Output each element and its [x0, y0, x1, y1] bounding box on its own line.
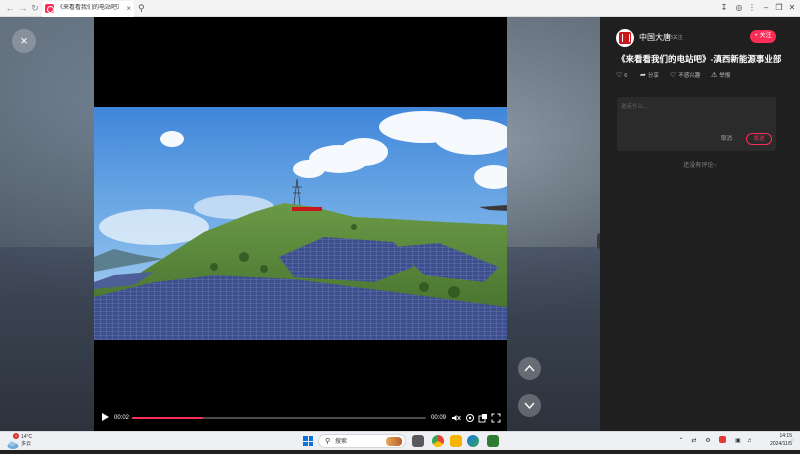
windows-logo-icon — [308, 436, 313, 441]
minimize-icon[interactable]: – — [760, 2, 772, 14]
video-controls: 00:02 00:09 — [94, 405, 507, 431]
app-tray-icon[interactable] — [717, 436, 727, 447]
chevron-up-icon[interactable]: ⌃ — [676, 436, 686, 446]
tab-close-icon[interactable]: × — [126, 3, 131, 14]
play-icon[interactable] — [102, 413, 109, 421]
refresh-icon[interactable]: ↻ — [29, 2, 41, 14]
terminal-icon[interactable] — [487, 435, 499, 447]
dislike-label: 不感兴趣 — [678, 73, 701, 79]
heart-icon: ♡ — [616, 72, 623, 79]
chrome-icon[interactable] — [432, 435, 444, 447]
close-player-button[interactable]: × — [12, 29, 36, 53]
input-method-icon[interactable]: ⇄ — [689, 436, 699, 446]
like-count: 6 — [624, 73, 628, 79]
edge-icon[interactable] — [467, 435, 479, 447]
windows-logo-icon — [308, 441, 313, 446]
search-tab-icon[interactable]: ⚲ — [138, 2, 145, 14]
search-icon: ⚲ — [325, 438, 331, 445]
video-player[interactable] — [94, 17, 507, 431]
settings-icon[interactable] — [465, 413, 475, 423]
like-action[interactable]: ♡ 6 — [616, 71, 627, 81]
author-stats: 3关注 — [670, 35, 683, 41]
cloud-icon — [7, 441, 19, 449]
windows-logo-icon — [303, 436, 308, 441]
progress-fill — [132, 417, 203, 419]
weather-description: 多云 — [21, 441, 32, 447]
previous-video-button[interactable] — [518, 357, 541, 380]
dislike-action[interactable]: ♡ 不感兴趣 — [670, 71, 700, 81]
report-action[interactable]: ⚠ 举报 — [711, 71, 730, 81]
progress-bar[interactable] — [132, 417, 426, 419]
author-avatar[interactable] — [616, 29, 634, 47]
forward-icon[interactable]: → — [17, 2, 29, 14]
clock-date[interactable]: 2024/11/5 — [754, 441, 792, 448]
search-label: 搜索 — [335, 439, 348, 445]
report-label: 举报 — [719, 73, 731, 79]
windows-logo-icon — [303, 441, 308, 446]
mute-icon[interactable] — [451, 413, 461, 423]
media-app-icon[interactable] — [412, 435, 424, 447]
send-button[interactable]: 发送 — [746, 133, 772, 145]
share-icon: ➦ — [640, 72, 646, 79]
notification-badge: 1 — [13, 433, 19, 439]
network-icon[interactable]: ⚙ — [703, 436, 713, 446]
video-title: 《来看看我们的电站吧》-滇西新能源事业部 — [617, 54, 782, 64]
fullscreen-icon[interactable] — [491, 413, 501, 423]
comment-input[interactable] — [621, 101, 771, 113]
empty-comments-text: 还没有评论~ — [683, 163, 717, 169]
video-info-panel: 中国大唐 3关注 + 关注 《来看看我们的电站吧》-滇西新能源事业部 ♡ 6 ➦ 分… — [600, 17, 800, 431]
chevron-up-icon — [524, 364, 535, 372]
weather-temperature: 14°C — [21, 434, 33, 440]
chevron-down-icon — [524, 402, 535, 410]
share-label: 分享 — [647, 73, 659, 79]
more-icon[interactable]: ⋮ — [746, 2, 758, 14]
douyin-favicon-icon — [45, 4, 54, 13]
datang-logo-icon — [619, 32, 631, 44]
start-button[interactable] — [303, 436, 313, 446]
total-time: 00:09 — [431, 415, 447, 421]
author-name[interactable]: 中国大唐 — [639, 33, 671, 43]
current-time: 00:02 — [114, 415, 130, 421]
video-frame — [94, 107, 507, 340]
notification-bell-icon[interactable]: ◌ — [788, 436, 798, 446]
taskbar-search[interactable]: ⚲ 搜索 — [318, 434, 406, 448]
next-video-button[interactable] — [518, 394, 541, 417]
browser-titlebar: ← → ↻ 《来看看我们的电站吧》-滇西... × ⚲ ↧ ◎ ⋮ – ❐ ✕ — [0, 0, 800, 17]
tab-title: 《来看看我们的电站吧》-滇西... — [57, 5, 119, 11]
window-close-icon[interactable]: ✕ — [786, 2, 798, 14]
browser-tab[interactable]: 《来看看我们的电站吧》-滇西... × — [42, 1, 134, 17]
solar-farm-scene — [94, 107, 507, 340]
picture-in-picture-icon[interactable] — [478, 413, 488, 423]
windows-taskbar: 1 14°C 多云 ⚲ 搜索 ⌃ ⇄ ⚙ ▣ ♬ 14:15 2024/11/5… — [0, 431, 800, 450]
folder-icon[interactable] — [450, 435, 462, 447]
restore-icon[interactable]: ❐ — [773, 2, 785, 14]
warning-icon: ⚠ — [711, 72, 718, 79]
download-icon[interactable]: ↧ — [718, 2, 730, 14]
back-icon[interactable]: ← — [4, 2, 16, 14]
follow-button[interactable]: + 关注 — [750, 30, 776, 43]
video-stage: × 00:02 00:09 — [0, 17, 600, 431]
comment-box: 取消 发送 — [617, 97, 776, 151]
dislike-icon: ♡ — [670, 72, 677, 79]
search-highlight-image — [386, 437, 402, 446]
globe-icon[interactable]: ◎ — [733, 2, 745, 14]
display-icon[interactable]: ▣ — [733, 436, 743, 446]
cancel-button[interactable]: 取消 — [721, 135, 732, 143]
browser-window: ← → ↻ 《来看看我们的电站吧》-滇西... × ⚲ ↧ ◎ ⋮ – ❐ ✕ … — [0, 0, 800, 431]
share-action[interactable]: ➦ 分享 — [640, 71, 659, 81]
